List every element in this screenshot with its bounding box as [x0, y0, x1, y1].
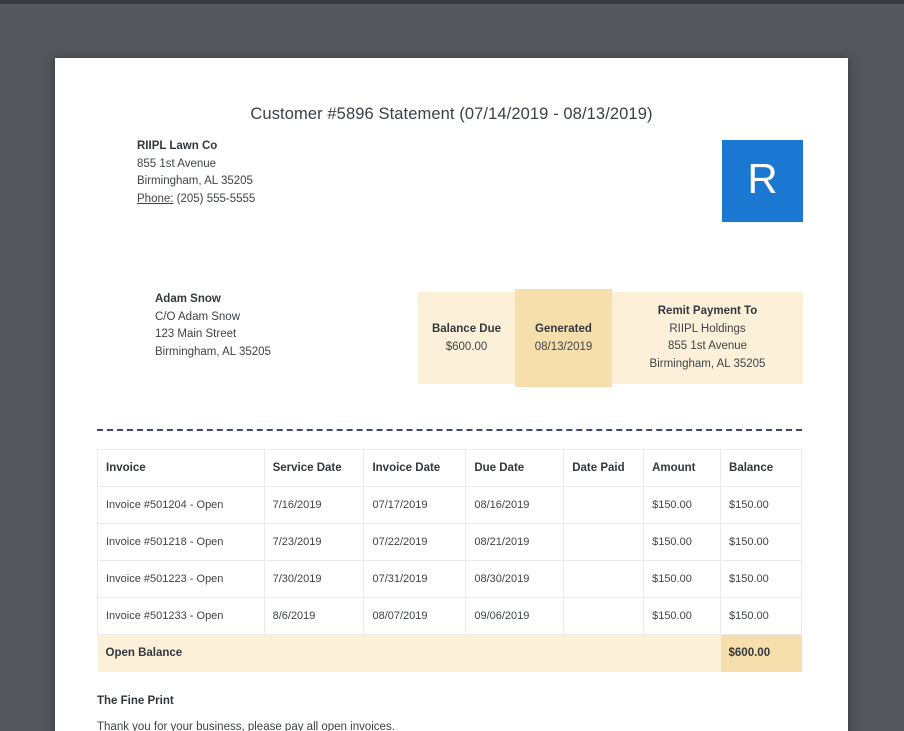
cell-amount: $150.00	[643, 597, 722, 635]
cell-invoice-date: 07/31/2019	[363, 560, 467, 598]
cell-service-date: 7/16/2019	[263, 486, 365, 524]
remit-label: Remit Payment To	[657, 305, 758, 317]
column-header-invoice-date: Invoice Date	[363, 449, 467, 487]
customer-address-line2: Birmingham, AL 35205	[155, 345, 271, 358]
company-address-line1: 855 1st Avenue	[137, 157, 217, 170]
column-header-due-date: Due Date	[465, 449, 565, 487]
cell-amount: $150.00	[643, 523, 722, 561]
cell-invoice: Invoice #501233 - Open	[97, 597, 265, 635]
generated-value: 08/13/2019	[534, 341, 593, 353]
customer-address-block: Adam Snow C/O Adam Snow 123 Main Street …	[155, 291, 271, 361]
cell-invoice: Invoice #501223 - Open	[97, 560, 265, 598]
cell-invoice-date: 07/17/2019	[363, 486, 467, 524]
table-row: Invoice #501223 - Open 7/30/2019 07/31/2…	[97, 560, 802, 598]
company-address-block: RIIPL Lawn Co 855 1st Avenue Birmingham,…	[137, 138, 255, 208]
cell-service-date: 7/23/2019	[263, 523, 365, 561]
fine-print-heading: The Fine Print	[97, 695, 174, 707]
cell-date-paid	[563, 560, 645, 598]
phone-number: (205) 555-5555	[176, 192, 256, 205]
balance-due-box: Balance Due $600.00	[418, 292, 515, 384]
cell-due-date: 09/06/2019	[465, 597, 565, 635]
customer-care-of: C/O Adam Snow	[155, 310, 241, 323]
column-header-date-paid: Date Paid	[563, 449, 645, 487]
cell-service-date: 8/6/2019	[263, 597, 365, 635]
balance-due-label: Balance Due	[431, 323, 502, 335]
balance-due-value: $600.00	[445, 341, 488, 353]
statement-title: Customer #5896 Statement (07/14/2019 - 0…	[250, 105, 653, 123]
cell-invoice: Invoice #501218 - Open	[97, 523, 265, 561]
remit-name: RIIPL Holdings	[669, 322, 746, 335]
column-header-invoice: Invoice	[97, 449, 265, 487]
customer-address-line1: 123 Main Street	[155, 328, 237, 340]
statement-summary-row: Balance Due $600.00 Generated 08/13/2019…	[418, 289, 803, 387]
cell-due-date: 08/16/2019	[465, 486, 565, 524]
table-row: Invoice #501233 - Open 8/6/2019 08/07/20…	[97, 597, 802, 635]
customer-name: Adam Snow	[155, 293, 221, 305]
company-address-line2: Birmingham, AL 35205	[137, 175, 253, 187]
column-header-service-date: Service Date	[263, 449, 365, 487]
remit-payment-box: Remit Payment To RIIPL Holdings 855 1st …	[612, 292, 803, 384]
cell-balance: $150.00	[720, 560, 802, 598]
generated-label: Generated	[535, 323, 592, 335]
cell-invoice: Invoice #501204 - Open	[97, 486, 265, 524]
cell-invoice-date: 07/22/2019	[363, 523, 467, 561]
cell-balance: $150.00	[720, 486, 802, 524]
company-phone-line: Phone: (205) 555-5555	[137, 191, 255, 209]
open-balance-label: Open Balance	[97, 634, 721, 672]
column-header-amount: Amount	[643, 449, 722, 487]
cell-invoice-date: 08/07/2019	[363, 597, 467, 635]
generated-date-box: Generated 08/13/2019	[515, 289, 612, 387]
invoice-table: Invoice Service Date Invoice Date Due Da…	[97, 449, 802, 672]
window-top-strip	[0, 0, 904, 4]
company-logo: R	[722, 140, 803, 222]
cell-date-paid	[563, 486, 645, 524]
fine-print-text: Thank you for your business, please pay …	[97, 721, 395, 731]
cell-date-paid	[563, 597, 645, 635]
statement-document: Customer #5896 Statement (07/14/2019 - 0…	[55, 58, 848, 731]
open-balance-total: $600.00	[720, 634, 802, 672]
cell-balance: $150.00	[720, 597, 802, 635]
cell-service-date: 7/30/2019	[263, 560, 365, 598]
cell-amount: $150.00	[643, 560, 722, 598]
phone-label: Phone:	[137, 192, 174, 205]
table-header-row: Invoice Service Date Invoice Date Due Da…	[97, 449, 802, 487]
logo-letter-r-icon: R	[747, 155, 778, 202]
remit-address2: Birmingham, AL 35205	[649, 357, 766, 370]
company-name: RIIPL Lawn Co	[137, 140, 218, 152]
cell-date-paid	[563, 523, 645, 561]
cell-due-date: 08/21/2019	[465, 523, 565, 561]
table-row: Invoice #501218 - Open 7/23/2019 07/22/2…	[97, 523, 802, 561]
remit-address1: 855 1st Avenue	[667, 340, 748, 352]
cell-due-date: 08/30/2019	[465, 560, 565, 598]
cell-balance: $150.00	[720, 523, 802, 561]
table-row: Invoice #501204 - Open 7/16/2019 07/17/2…	[97, 486, 802, 524]
cell-amount: $150.00	[643, 486, 722, 524]
dashed-separator	[97, 429, 802, 431]
column-header-balance: Balance	[720, 449, 802, 487]
open-balance-row: Open Balance $600.00	[97, 634, 802, 672]
